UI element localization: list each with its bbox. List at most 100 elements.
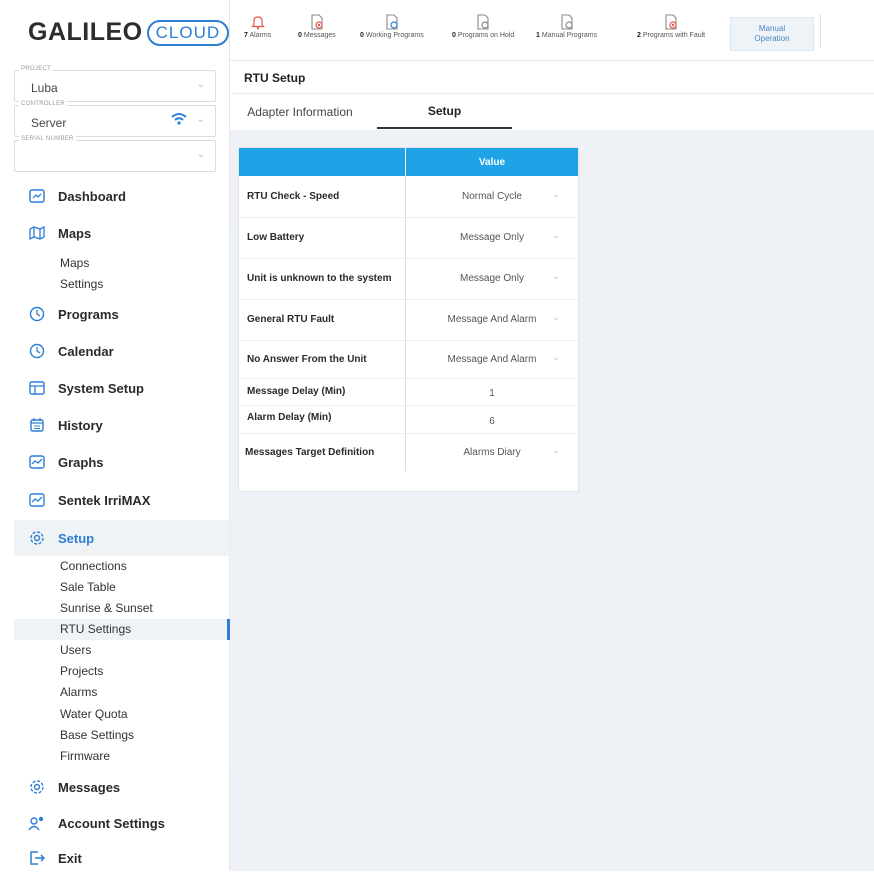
- row-label: Low Battery: [247, 232, 305, 243]
- sidebar-item-sale-table[interactable]: Sale Table: [60, 577, 229, 598]
- chevron-down-icon: ⌄: [196, 114, 205, 125]
- table-row: Low Battery Message Only ⌄: [239, 218, 578, 259]
- stat-programs-with-fault[interactable]: 2 Programs with Fault: [637, 14, 705, 39]
- tab-setup[interactable]: Setup: [377, 94, 512, 129]
- nav-programs-label: Programs: [58, 306, 119, 322]
- nav-history[interactable]: History: [14, 407, 229, 443]
- stat-working-programs[interactable]: 0 Working Programs: [360, 14, 424, 39]
- sidebar-item-rtu-settings[interactable]: RTU Settings: [14, 619, 229, 640]
- table-header: Value: [239, 148, 578, 176]
- sidebar-item-firmware[interactable]: Firmware: [60, 746, 229, 767]
- page-title: RTU Setup: [244, 71, 306, 85]
- row-label: Message Delay (Min): [247, 386, 346, 397]
- sidebar-item-projects[interactable]: Projects: [60, 661, 229, 682]
- row-label: Alarm Delay (Min): [247, 412, 332, 423]
- project-value: Luba: [31, 81, 58, 95]
- messages-label: Messages: [303, 32, 336, 39]
- table-row: Alarm Delay (Min) 6: [239, 406, 578, 434]
- row-label: Messages Target Definition: [245, 447, 375, 458]
- chevron-down-icon: ⌄: [552, 312, 560, 322]
- row-label: Unit is unknown to the system: [247, 273, 392, 284]
- nav-system-setup[interactable]: System Setup: [14, 370, 229, 406]
- project-label: PROJECT: [19, 66, 54, 72]
- tab-adapter-information[interactable]: Adapter Information: [230, 94, 370, 129]
- chevron-down-icon: ⌄: [552, 271, 560, 281]
- logo-cloud: CLOUD: [146, 19, 230, 46]
- fault-label: Programs with Fault: [642, 32, 706, 39]
- rtu-settings-table: Value RTU Check - Speed Normal Cycle ⌄ L…: [238, 147, 579, 492]
- program-doc-icon: [360, 14, 424, 32]
- manual-count: 1: [536, 32, 540, 39]
- sidebar-item-sunrise-sunset[interactable]: Sunrise & Sunset: [60, 598, 229, 619]
- stat-programs-on-hold[interactable]: 0 Programs on Hold: [452, 14, 514, 39]
- nav-messages[interactable]: Messages: [14, 769, 229, 805]
- chevron-down-icon: ⌄: [196, 79, 205, 90]
- nav-dashboard[interactable]: Dashboard: [14, 178, 229, 214]
- fault-count: 2: [637, 32, 641, 39]
- calendar-icon: [26, 417, 48, 433]
- alarms-label: Alarms: [249, 32, 272, 39]
- project-selector[interactable]: PROJECT Luba ⌄: [14, 66, 216, 102]
- on-hold-count: 0: [452, 32, 456, 39]
- serial-number-selector[interactable]: SERIAL NUMBER ⌄: [14, 136, 216, 172]
- table-row: RTU Check - Speed Normal Cycle ⌄: [239, 177, 578, 218]
- page-header: RTU Setup: [230, 61, 874, 93]
- logo-brand: GALILEO: [28, 18, 143, 46]
- divider: [820, 14, 821, 48]
- nav-account-settings-label: Account Settings: [58, 815, 165, 831]
- stat-manual-programs[interactable]: 1 Manual Programs: [536, 14, 597, 39]
- nav-setup[interactable]: Setup: [14, 520, 229, 556]
- message-doc-icon: [637, 14, 705, 32]
- tab-bar: Adapter Information Setup: [230, 93, 874, 130]
- message-delay-input[interactable]: 1: [406, 388, 578, 399]
- chevron-down-icon: ⌄: [552, 189, 560, 199]
- sidebar-item-alarms[interactable]: Alarms: [60, 682, 229, 703]
- dashboard-icon: [26, 189, 48, 203]
- controller-value: Server: [31, 116, 67, 130]
- chevron-down-icon: ⌄: [552, 445, 560, 455]
- sidebar-item-base-settings[interactable]: Base Settings: [60, 725, 229, 746]
- table-icon: [26, 381, 48, 395]
- wifi-icon: [171, 112, 187, 131]
- nav-system-setup-label: System Setup: [58, 380, 144, 396]
- galileo-cloud-logo: GALILEO CLOUD «: [28, 18, 250, 47]
- clock-icon: [26, 306, 48, 322]
- exit-icon: [26, 850, 48, 866]
- main-content: 7 Alarms 0 Messages 0 Working Programs 0…: [230, 0, 874, 871]
- nav-graphs[interactable]: Graphs: [14, 444, 229, 480]
- sidebar-item-connections[interactable]: Connections: [60, 556, 229, 577]
- chevron-down-icon: ⌄: [552, 352, 560, 362]
- program-doc-icon: [536, 14, 597, 32]
- stat-messages[interactable]: 0 Messages: [298, 14, 336, 39]
- nav-account-settings[interactable]: Account Settings: [14, 805, 229, 841]
- stat-alarms[interactable]: 7 Alarms: [244, 14, 271, 39]
- nav-maps[interactable]: Maps: [14, 215, 229, 251]
- nav-setup-label: Setup: [58, 530, 95, 546]
- nav-dashboard-label: Dashboard: [58, 188, 126, 204]
- manual-operation-line2: Operation: [754, 34, 790, 43]
- message-doc-icon: [298, 14, 336, 32]
- sidebar-item-maps[interactable]: Maps: [60, 253, 229, 274]
- clock-icon: [26, 343, 48, 359]
- alarm-delay-input[interactable]: 6: [406, 416, 578, 427]
- table-row: Messages Target Definition Alarms Diary …: [239, 434, 578, 471]
- value-column-header: Value: [478, 156, 506, 168]
- nav-calendar[interactable]: Calendar: [14, 333, 229, 369]
- sidebar-item-map-settings[interactable]: Settings: [60, 274, 229, 295]
- nav-calendar-label: Calendar: [58, 343, 114, 359]
- nav-sentek-irrimax[interactable]: Sentek IrriMAX: [14, 482, 229, 518]
- nav-history-label: History: [58, 417, 103, 433]
- table-row: General RTU Fault Message And Alarm ⌄: [239, 300, 578, 341]
- table-row: Message Delay (Min) 1: [239, 379, 578, 406]
- messages-count: 0: [298, 32, 302, 39]
- sidebar-item-water-quota[interactable]: Water Quota: [60, 704, 229, 725]
- status-bar: 7 Alarms 0 Messages 0 Working Programs 0…: [230, 0, 874, 61]
- controller-selector[interactable]: CONTROLLER Server ⌄: [14, 101, 216, 137]
- sidebar-item-users[interactable]: Users: [60, 640, 229, 661]
- manual-label: Manual Programs: [541, 32, 598, 39]
- nav-programs[interactable]: Programs: [14, 296, 229, 332]
- graph-icon: [26, 455, 48, 469]
- nav-sentek-label: Sentek IrriMAX: [58, 492, 151, 508]
- row-label: No Answer From the Unit: [247, 354, 367, 365]
- manual-operation-button[interactable]: Manual Operation: [730, 17, 814, 51]
